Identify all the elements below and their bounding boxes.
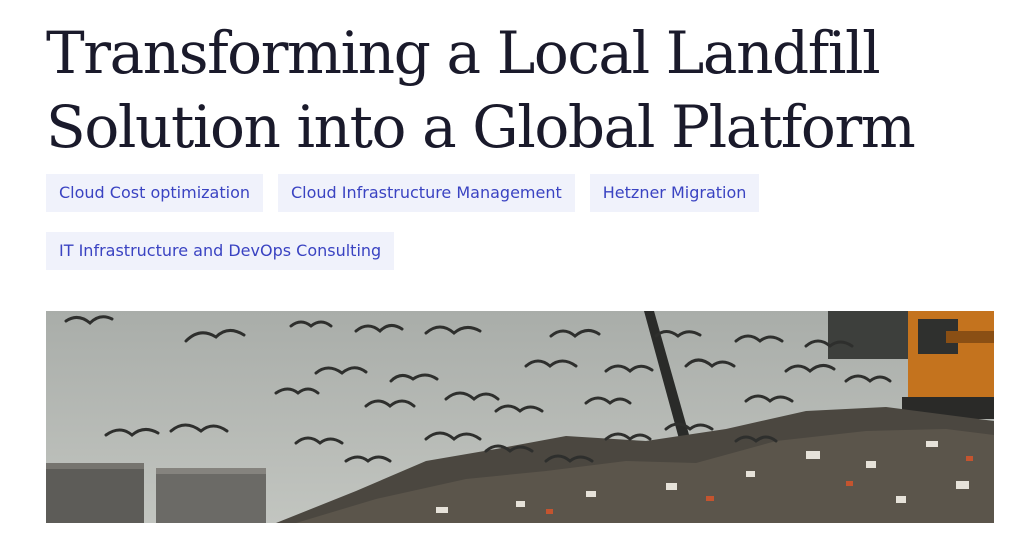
tag-hetzner-migration[interactable]: Hetzner Migration	[589, 174, 760, 212]
hero-image-landfill	[46, 311, 994, 523]
tag-cloud-cost-optimization[interactable]: Cloud Cost optimization	[46, 174, 263, 212]
tag-list: Cloud Cost optimization Cloud Infrastruc…	[46, 174, 996, 290]
page-title: Transforming a Local Landfill Solution i…	[46, 16, 1006, 164]
tag-cloud-infrastructure-management[interactable]: Cloud Infrastructure Management	[278, 174, 575, 212]
title-line-2: Solution into a Global Platform	[46, 93, 916, 161]
title-line-1: Transforming a Local Landfill	[46, 19, 881, 87]
tag-it-infrastructure-devops-consulting[interactable]: IT Infrastructure and DevOps Consulting	[46, 232, 395, 270]
tag-row-1: Cloud Cost optimization Cloud Infrastruc…	[46, 174, 996, 212]
tag-row-2: IT Infrastructure and DevOps Consulting	[46, 232, 996, 270]
article-header: Transforming a Local Landfill Solution i…	[0, 0, 1024, 557]
landfill-birds-illustration	[46, 311, 994, 523]
waste-containers	[46, 463, 266, 523]
